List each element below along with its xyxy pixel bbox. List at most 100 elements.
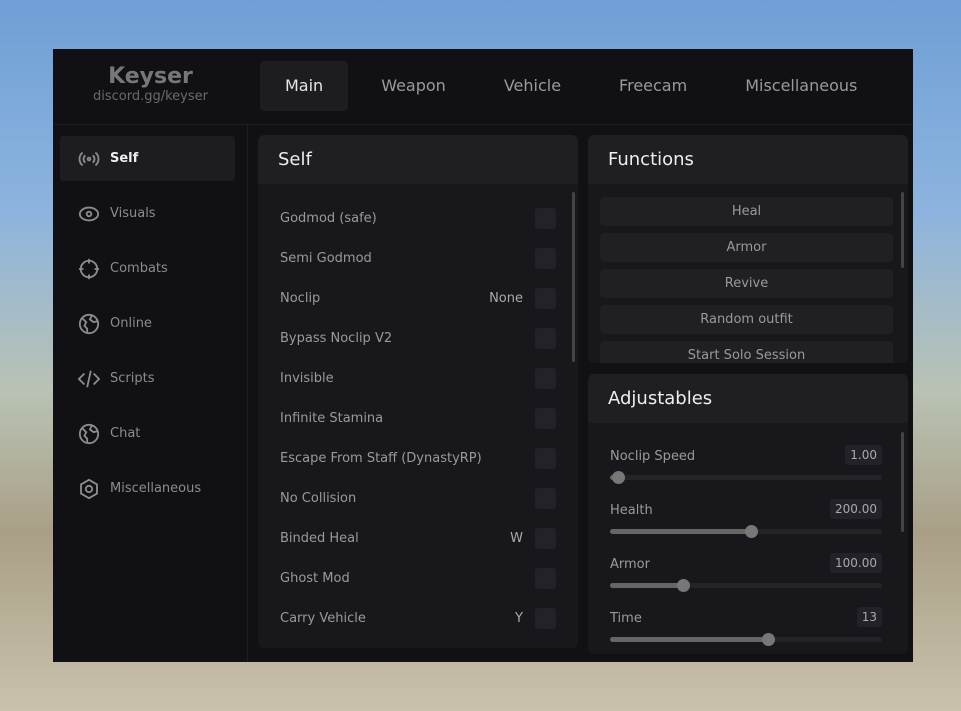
tab-freecam[interactable]: Freecam	[594, 61, 712, 111]
option-label: No Collision	[280, 490, 357, 506]
scrollbar[interactable]	[901, 432, 904, 532]
slider-track[interactable]	[610, 471, 882, 484]
option-row[interactable]: Godmod (safe)	[280, 207, 556, 229]
option-row[interactable]: Ghost Mod	[280, 567, 556, 589]
sidebar-item-label: Visuals	[110, 206, 156, 221]
sidebar-item-label: Self	[110, 151, 139, 166]
slider-thumb[interactable]	[745, 525, 759, 538]
function-button[interactable]: Revive	[600, 269, 893, 298]
globe-icon	[78, 313, 100, 334]
slider-fill	[610, 637, 768, 642]
slider-track[interactable]	[610, 579, 882, 592]
option-row[interactable]: No Collision	[280, 487, 556, 509]
option-label: Carry Vehicle	[280, 610, 366, 626]
brand-title: Keyser	[108, 64, 193, 89]
option-row[interactable]: Invisible	[280, 367, 556, 389]
sidebar-item-visuals[interactable]: Visuals	[60, 191, 235, 236]
brand-subtitle: discord.gg/keyser	[93, 89, 208, 104]
option-checkbox[interactable]	[535, 447, 556, 469]
option-row[interactable]: Semi Godmod	[280, 247, 556, 269]
sidebar-item-label: Online	[110, 316, 152, 331]
option-checkbox[interactable]	[535, 567, 556, 589]
slider-label: Noclip Speed	[610, 449, 696, 464]
gear-icon	[80, 478, 98, 499]
option-checkbox[interactable]	[535, 487, 556, 509]
slider-track[interactable]	[610, 633, 882, 646]
slider-thumb[interactable]	[677, 579, 691, 592]
sidebar-item-label: Chat	[110, 426, 141, 441]
tab-weapon[interactable]: Weapon	[356, 61, 471, 111]
function-button[interactable]: Random outfit	[600, 305, 893, 334]
tab-vehicle[interactable]: Vehicle	[479, 61, 586, 111]
option-checkbox[interactable]	[535, 207, 556, 229]
keybind[interactable]: None	[489, 291, 523, 306]
eye-icon	[78, 206, 100, 221]
broadcast-icon	[78, 151, 100, 166]
self-panel: Self Godmod (safe) Semi Godmod Noclip None B…	[258, 135, 578, 648]
slider-control: Time 13	[610, 607, 882, 646]
panel-title: Adjustables	[588, 374, 908, 423]
slider-label: Time	[610, 611, 642, 626]
option-row[interactable]: Escape From Staff (DynastyRP)	[280, 447, 556, 469]
option-label: Escape From Staff (DynastyRP)	[280, 450, 482, 466]
tab-miscellaneous[interactable]: Miscellaneous	[720, 61, 882, 111]
option-row[interactable]: Noclip None	[280, 287, 556, 309]
sidebar-item-combats[interactable]: Combats	[60, 246, 235, 291]
slider-thumb[interactable]	[612, 471, 626, 484]
crosshair-icon	[78, 258, 100, 279]
option-row[interactable]: Bypass Noclip V2	[280, 327, 556, 349]
scrollbar[interactable]	[572, 192, 575, 362]
functions-panel: Functions Heal Armor Revive Random outfit St…	[588, 135, 908, 363]
slider-value[interactable]: 200.00	[830, 499, 882, 519]
option-label: Semi Godmod	[280, 250, 372, 266]
adjustables-panel: Adjustables Noclip Speed 1.00 Health 200…	[588, 374, 908, 654]
code-icon	[78, 370, 100, 387]
sidebar-item-label: Miscellaneous	[110, 481, 202, 496]
option-label: Infinite Stamina	[280, 410, 384, 426]
option-checkbox[interactable]	[535, 327, 556, 349]
option-checkbox[interactable]	[535, 527, 556, 549]
keybind[interactable]: W	[510, 531, 523, 546]
sidebar: Self Visuals Combats Online Scripts Chat…	[53, 125, 248, 662]
cheat-menu-window: Keyser discord.gg/keyser Main Weapon Veh…	[53, 49, 913, 662]
option-label: Noclip	[280, 290, 321, 306]
option-checkbox[interactable]	[535, 287, 556, 309]
option-label: Invisible	[280, 370, 334, 386]
function-button[interactable]: Start Solo Session	[600, 341, 893, 363]
option-label: Godmod (safe)	[280, 210, 377, 226]
option-checkbox[interactable]	[535, 367, 556, 389]
brand: Keyser discord.gg/keyser	[53, 49, 248, 124]
sidebar-item-chat[interactable]: Chat	[60, 411, 235, 456]
option-row[interactable]: Infinite Stamina	[280, 407, 556, 429]
slider-value[interactable]: 100.00	[830, 553, 882, 573]
option-label: Ghost Mod	[280, 570, 350, 586]
panel-title: Functions	[588, 135, 908, 184]
function-button[interactable]: Heal	[600, 197, 893, 226]
slider-fill	[610, 529, 752, 534]
sidebar-item-scripts[interactable]: Scripts	[60, 356, 235, 401]
option-checkbox[interactable]	[535, 607, 556, 629]
slider-thumb[interactable]	[761, 633, 775, 646]
sidebar-item-label: Scripts	[110, 371, 155, 386]
slider-value[interactable]: 13	[856, 607, 882, 627]
option-checkbox[interactable]	[535, 407, 556, 429]
option-label: Binded Heal	[280, 530, 359, 546]
slider-control: Armor 100.00	[610, 553, 882, 592]
keybind[interactable]: Y	[515, 611, 523, 626]
sidebar-item-online[interactable]: Online	[60, 301, 235, 346]
sidebar-item-miscellaneous[interactable]: Miscellaneous	[60, 466, 235, 511]
tab-main[interactable]: Main	[260, 61, 349, 111]
option-row[interactable]: Carry Vehicle Y	[280, 607, 556, 629]
slider-control: Noclip Speed 1.00	[610, 445, 882, 484]
sidebar-item-self[interactable]: Self	[60, 136, 235, 181]
option-checkbox[interactable]	[535, 247, 556, 269]
option-label: Bypass Noclip V2	[280, 330, 393, 346]
slider-control: Health 200.00	[610, 499, 882, 538]
slider-value[interactable]: 1.00	[845, 445, 882, 465]
sidebar-item-label: Combats	[110, 261, 168, 276]
scrollbar[interactable]	[901, 192, 904, 268]
function-button[interactable]: Armor	[600, 233, 893, 262]
slider-track[interactable]	[610, 525, 882, 538]
panel-title: Self	[258, 135, 578, 184]
option-row[interactable]: Binded Heal W	[280, 527, 556, 549]
